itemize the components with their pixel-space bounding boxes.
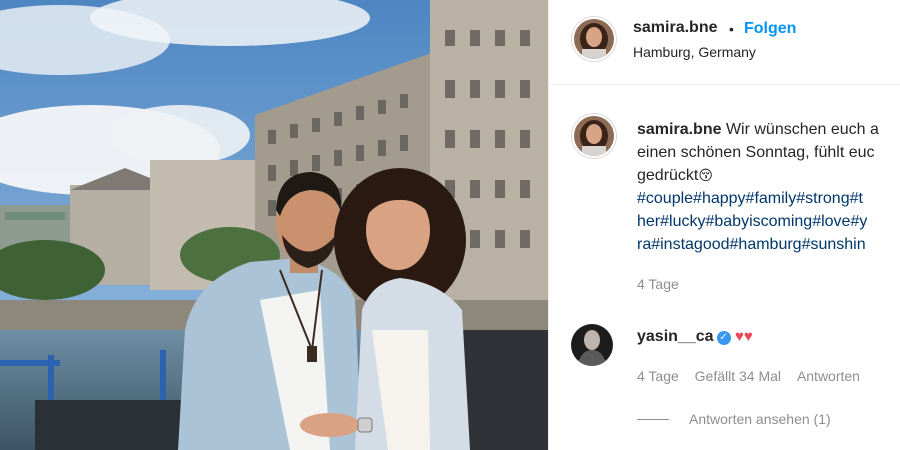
caption-line-3: gedrückt😚	[637, 164, 713, 187]
red-heart-emoji-icon: ♥♥	[734, 328, 753, 345]
comment-meta: 4 Tage Gefällt 34 Mal Antworten	[637, 368, 860, 384]
hashtags-line-1[interactable]: #couple#happy#family#strong#t	[637, 187, 863, 210]
hashtags-line-2[interactable]: her#lucky#babyiscoming#love#y	[637, 210, 867, 233]
commenter-avatar-image	[571, 324, 613, 366]
couple-photo-image	[0, 0, 548, 450]
verified-badge-icon: ✓	[716, 331, 731, 345]
post-photo[interactable]	[0, 0, 548, 450]
post-header: samira.bne • Folgen Hamburg, Germany	[549, 0, 900, 85]
caption-line-1: samira.bne Wir wünschen euch a	[637, 118, 879, 141]
follow-separator: •	[729, 21, 734, 37]
comment-reply-button[interactable]: Antworten	[797, 368, 860, 384]
commenter-avatar[interactable]	[571, 324, 613, 366]
author-avatar-image	[574, 19, 614, 59]
author-avatar[interactable]	[574, 19, 614, 59]
comment-line: yasin__ca ✓ ♥♥	[637, 328, 753, 346]
caption-age[interactable]: 4 Tage	[637, 276, 679, 292]
caption-text-1: Wir wünschen euch a	[725, 121, 879, 138]
view-replies-button[interactable]: Antworten ansehen (1)	[689, 411, 831, 427]
caption-avatar-image	[574, 116, 614, 156]
follow-button[interactable]: Folgen	[744, 20, 796, 38]
commenter-username[interactable]: yasin__ca	[637, 328, 714, 345]
caption-author-avatar[interactable]	[574, 116, 614, 156]
location-link[interactable]: Hamburg, Germany	[633, 44, 756, 60]
caption-text-3: gedrückt	[637, 167, 699, 184]
view-replies-divider	[637, 419, 669, 420]
caption-username[interactable]: samira.bne	[637, 121, 721, 138]
comment-likes[interactable]: Gefällt 34 Mal	[695, 368, 781, 384]
author-username[interactable]: samira.bne	[633, 19, 717, 37]
post-details-panel: samira.bne • Folgen Hamburg, Germany sam…	[548, 0, 900, 450]
hashtags-line-3[interactable]: ra#instagood#hamburg#sunshin	[637, 233, 866, 256]
kissing-face-emoji-icon: 😚	[698, 167, 713, 183]
comment-age[interactable]: 4 Tage	[637, 368, 679, 384]
caption-line-2: einen schönen Sonntag, fühlt euc	[637, 144, 875, 161]
